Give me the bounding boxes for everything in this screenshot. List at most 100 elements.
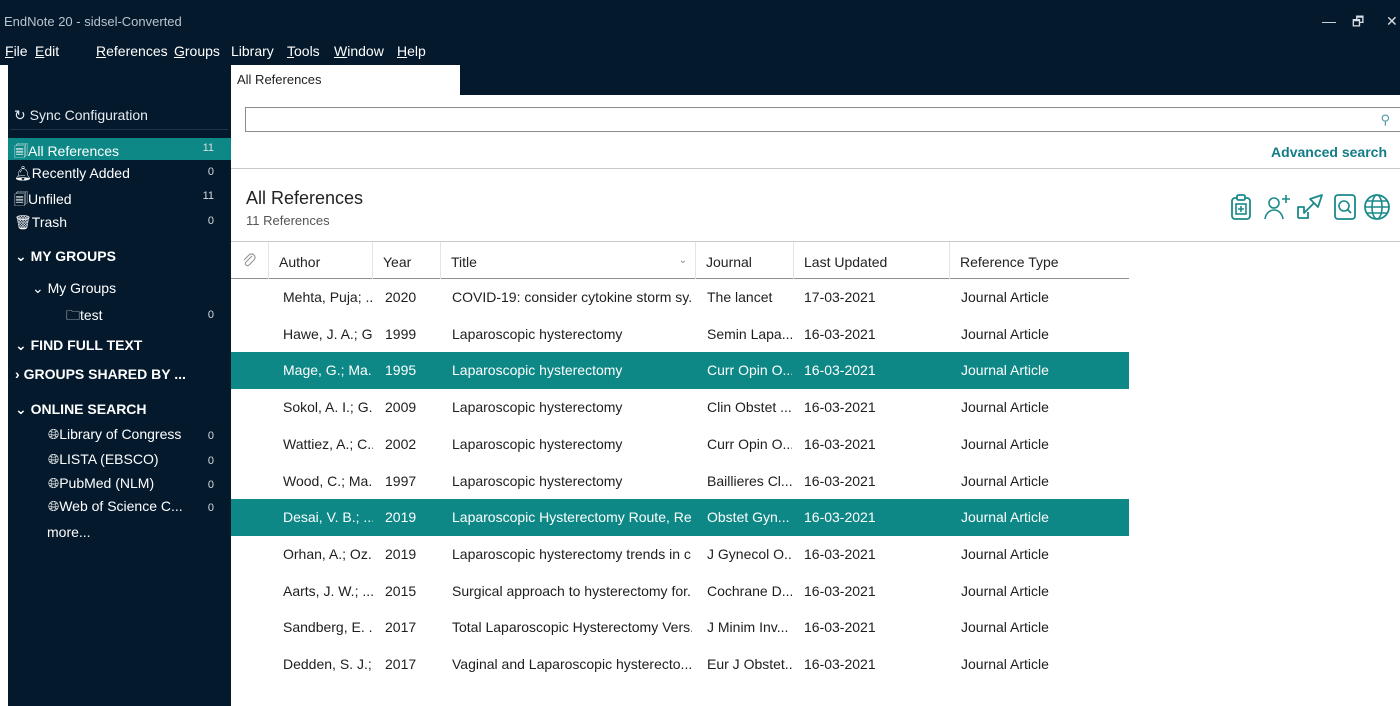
count-badge: 11: [202, 190, 214, 202]
sidebar-item-trash[interactable]: 🗑︎Trash 0: [8, 211, 231, 233]
sync-configuration-button[interactable]: ↻ Sync Configuration: [14, 107, 148, 124]
cell-year: 2009: [385, 399, 417, 416]
cell-year: 2019: [385, 509, 417, 526]
cell-year: 2019: [385, 545, 417, 562]
column-attachment[interactable]: [231, 242, 269, 279]
share-icon[interactable]: [1294, 191, 1326, 223]
cell-author: Aarts, J. W.; ...: [283, 582, 373, 599]
cell-last-updated: 16-03-2021: [804, 399, 876, 416]
find-fulltext-icon[interactable]: [1329, 191, 1361, 223]
online-search-header[interactable]: ⌄ ONLINE SEARCH: [15, 401, 147, 418]
online-search-web-of-science[interactable]: 🌐︎Web of Science C... 0: [48, 498, 231, 515]
chevron-right-icon: ›: [15, 366, 24, 382]
library-icon: 🗐: [14, 191, 28, 207]
cell-title: Laparoscopic hysterectomy trends in c...: [452, 545, 692, 562]
count-badge: 0: [207, 502, 214, 514]
main-panel: ⚲ Advanced search All References 11 Refe…: [231, 95, 1400, 706]
column-last-updated[interactable]: Last Updated: [794, 242, 950, 279]
menu-tools[interactable]: Tools: [287, 43, 320, 59]
column-author[interactable]: Author: [269, 242, 373, 279]
menu-file[interactable]: File: [5, 43, 28, 59]
online-search-more-link[interactable]: more...: [47, 524, 91, 540]
cell-journal: J Minim Inv...: [707, 619, 789, 636]
table-row[interactable]: Wattiez, A.; C... 2002 Laparoscopic hyster…: [231, 426, 1129, 463]
find-full-text-header[interactable]: ⌄ FIND FULL TEXT: [15, 337, 142, 354]
table-row[interactable]: Mehta, Puja; ... 2020 COVID-19: consider c…: [231, 279, 1129, 316]
search-input[interactable]: ⚲: [245, 107, 1400, 132]
sidebar-item-all-references[interactable]: 🗐All References 11: [8, 138, 231, 160]
cell-reference-type: Journal Article: [961, 435, 1049, 452]
table-row[interactable]: Desai, V. B.; ... 2019 Laparoscopic Hyster…: [231, 499, 1129, 537]
online-search-lista[interactable]: 🌐︎LISTA (EBSCO) 0: [48, 451, 231, 468]
chevron-down-icon: ⌄: [15, 401, 31, 417]
cell-last-updated: 16-03-2021: [804, 362, 876, 379]
insert-citation-icon[interactable]: [1225, 191, 1257, 223]
advanced-search-link[interactable]: Advanced search: [1271, 144, 1387, 160]
cell-reference-type: Journal Article: [961, 472, 1049, 489]
online-search-pubmed[interactable]: 🌐︎PubMed (NLM) 0: [48, 475, 231, 492]
cell-author: Desai, V. B.; ...: [283, 509, 373, 526]
search-icon[interactable]: ⚲: [1380, 112, 1390, 128]
column-year[interactable]: Year: [373, 242, 441, 279]
table-row[interactable]: Orhan, A.; Oz... 2019 Laparoscopic hystere…: [231, 536, 1129, 573]
cell-reference-type: Journal Article: [961, 289, 1049, 305]
cell-title: Laparoscopic hysterectomy: [452, 325, 623, 342]
table-row[interactable]: Hawe, J. A.; G... 1999 Laparoscopic hyster…: [231, 316, 1129, 353]
cell-journal: Clin Obstet ...: [707, 399, 792, 416]
cell-year: 2017: [385, 656, 417, 672]
online-search-icon[interactable]: [1361, 191, 1393, 223]
sidebar-item-test-group[interactable]: 🗀test 0: [66, 305, 231, 329]
cell-author: Mage, G.; Ma...: [283, 362, 373, 379]
cell-author: Wattiez, A.; C...: [283, 435, 373, 452]
sidebar-item-recently-added[interactable]: 🔔︎Recently Added 0: [8, 162, 231, 184]
column-title[interactable]: Title ⌄: [441, 242, 696, 279]
cell-title: Surgical approach to hysterectomy for...: [452, 582, 692, 599]
cell-last-updated: 16-03-2021: [804, 435, 876, 452]
add-user-icon[interactable]: [1261, 191, 1293, 223]
table-row[interactable]: Aarts, J. W.; ... 2015 Surgical approach t…: [231, 573, 1129, 610]
minimize-button[interactable]: —: [1322, 13, 1336, 29]
sidebar: ↻ Sync Configuration 🗐All References 11 …: [0, 65, 231, 706]
table-row[interactable]: Dedden, S. J.;... 2017 Vaginal and Laparos…: [231, 646, 1129, 683]
cell-journal: J Gynecol O...: [707, 545, 792, 562]
menu-help[interactable]: Help: [397, 43, 426, 59]
menu-edit[interactable]: Edit: [35, 43, 59, 59]
menu-groups[interactable]: Groups: [174, 43, 220, 59]
table-row[interactable]: Sandberg, E. ... 2017 Total Laparoscopic H…: [231, 609, 1129, 646]
table-row[interactable]: Mage, G.; Ma... 1995 Laparoscopic hysterec…: [231, 352, 1129, 390]
globe-icon: 🌐︎: [48, 426, 60, 442]
menu-window[interactable]: Window: [334, 43, 384, 59]
cell-year: 2015: [385, 582, 417, 599]
cell-author: Sokol, A. I.; G...: [283, 399, 373, 416]
cell-author: Orhan, A.; Oz...: [283, 545, 373, 562]
group-icon: 🗀: [66, 307, 80, 323]
column-journal[interactable]: Journal: [696, 242, 794, 279]
tab-all-references[interactable]: All References: [231, 65, 460, 95]
cell-last-updated: 16-03-2021: [804, 509, 876, 526]
cell-author: Hawe, J. A.; G...: [283, 325, 373, 342]
table-row[interactable]: Wood, C.; Ma... 1997 Laparoscopic hysterec…: [231, 463, 1129, 500]
menu-library[interactable]: Library: [231, 43, 274, 59]
cell-reference-type: Journal Article: [961, 509, 1049, 526]
chevron-down-icon: ⌄: [32, 280, 44, 296]
cell-journal: Curr Opin O...: [707, 435, 792, 452]
sidebar-item-unfiled[interactable]: 🗐Unfiled 11: [8, 186, 231, 208]
cell-title: Laparoscopic Hysterectomy Route, Re...: [452, 509, 692, 526]
my-groups-set[interactable]: ⌄ My Groups: [32, 280, 116, 297]
close-button[interactable]: ✕: [1386, 13, 1398, 30]
table-row[interactable]: Sokol, A. I.; G... 2009 Laparoscopic hyste…: [231, 389, 1129, 426]
online-search-library-of-congress[interactable]: 🌐︎Library of Congress 0: [48, 426, 231, 443]
cell-title: Laparoscopic hysterectomy: [452, 472, 623, 489]
menu-references[interactable]: References: [96, 43, 168, 59]
trash-icon: 🗑︎: [14, 214, 32, 230]
cell-reference-type: Journal Article: [961, 582, 1049, 599]
maximize-button[interactable]: 🗗: [1352, 13, 1364, 35]
my-groups-header[interactable]: ⌄ MY GROUPS: [15, 248, 116, 265]
column-reference-type[interactable]: Reference Type: [950, 242, 1129, 279]
toolbar: [1225, 191, 1400, 227]
cell-journal: Cochrane D...: [707, 582, 792, 599]
cell-author: Sandberg, E. ...: [283, 619, 373, 636]
cell-journal: The lancet: [707, 289, 773, 305]
cell-last-updated: 16-03-2021: [804, 325, 876, 342]
groups-shared-header[interactable]: › GROUPS SHARED BY ...: [15, 366, 186, 382]
